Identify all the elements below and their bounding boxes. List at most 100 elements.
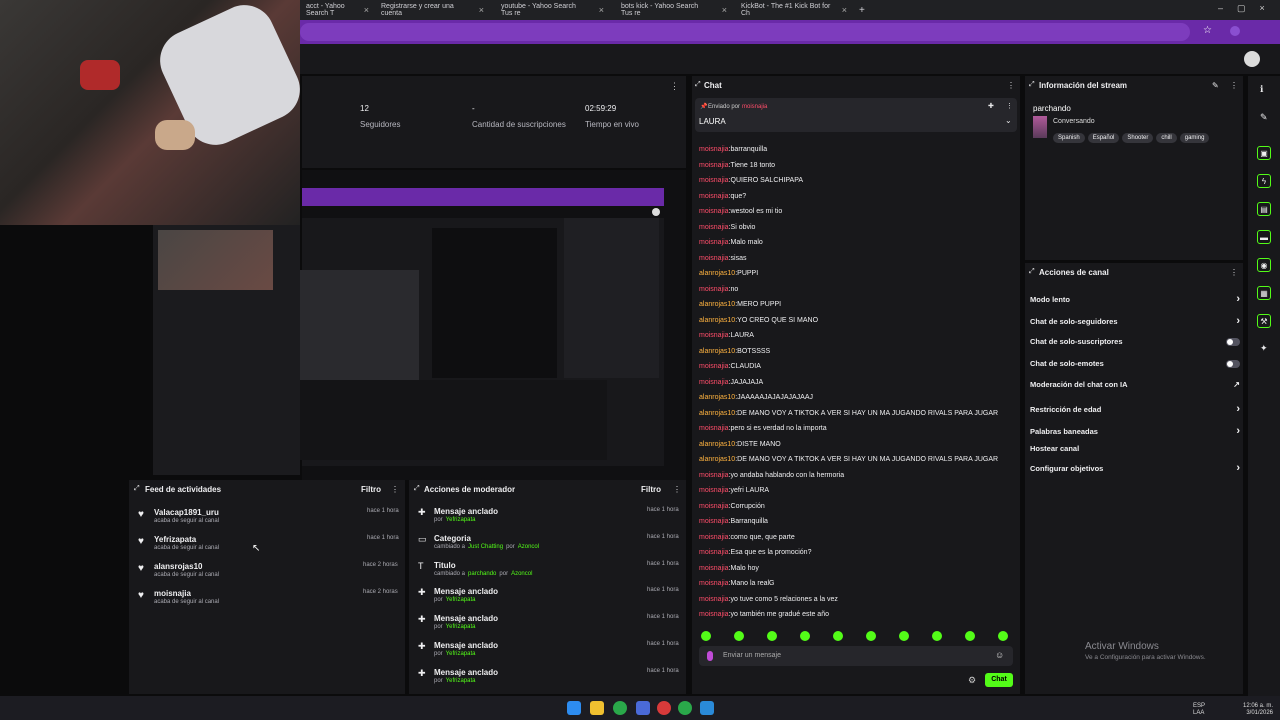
edit-icon[interactable]: ✎ bbox=[1260, 112, 1268, 123]
steam-icon[interactable] bbox=[700, 701, 714, 715]
stream-tag[interactable]: gaming bbox=[1179, 133, 1210, 143]
wrench-icon[interactable]: ⚒ bbox=[1257, 314, 1271, 328]
more-icon[interactable]: ⋮ bbox=[670, 81, 679, 92]
browser-tab[interactable]: KickBot - The #1 Kick Bot for Ch × bbox=[735, 2, 853, 18]
chat-username[interactable]: moisnajia bbox=[699, 503, 729, 510]
channel-action-row[interactable]: Chat de solo-seguidores › bbox=[1030, 315, 1240, 327]
chat-username[interactable]: alanrojas10 bbox=[699, 317, 735, 324]
pinned-message[interactable]: 📌 Enviado por moisnajia LAURA ✚ ⋮ ⌄ bbox=[695, 98, 1017, 132]
close-icon[interactable]: × bbox=[364, 5, 369, 15]
mod-action-user[interactable]: Azoncol bbox=[518, 544, 539, 550]
mod-action-user[interactable]: Yefrizapata bbox=[446, 517, 476, 523]
mod-action-user[interactable]: parchando bbox=[468, 571, 496, 577]
broadcast-icon[interactable]: ◉ bbox=[1257, 258, 1271, 272]
chrome-icon[interactable] bbox=[678, 701, 692, 715]
close-icon[interactable]: × bbox=[722, 5, 727, 15]
chrome-icon[interactable] bbox=[613, 701, 627, 715]
chat-message[interactable]: moisnajia:no bbox=[699, 286, 738, 293]
chat-message[interactable]: moisnajia:Malo malo bbox=[699, 239, 763, 246]
chat-message[interactable]: moisnajia:Si obvio bbox=[699, 224, 755, 231]
expand-icon[interactable]: ⤢ bbox=[1029, 81, 1035, 89]
app-icon[interactable] bbox=[657, 701, 671, 715]
emote-picker-icon[interactable] bbox=[707, 651, 713, 661]
chat-message[interactable]: moisnajia:CLAUDIA bbox=[699, 363, 761, 370]
browser-tab[interactable]: Registrarse y crear una cuenta × bbox=[375, 2, 490, 18]
filter-button[interactable]: Filtro bbox=[361, 485, 381, 494]
chat-username[interactable]: moisnajia bbox=[699, 162, 729, 169]
chat-username[interactable]: moisnajia bbox=[699, 534, 729, 541]
emote-icon[interactable] bbox=[932, 631, 942, 641]
mod-action-user[interactable]: Yefrizapata bbox=[446, 624, 476, 630]
close-icon[interactable]: × bbox=[479, 5, 484, 15]
channel-action-row[interactable]: Palabras baneadas › bbox=[1030, 425, 1240, 437]
chat-username[interactable]: moisnajia bbox=[699, 518, 729, 525]
chat-username[interactable]: moisnajia bbox=[699, 487, 729, 494]
chat-username[interactable]: moisnajia bbox=[699, 596, 729, 603]
app-icon[interactable] bbox=[636, 701, 650, 715]
chat-username[interactable]: moisnajia bbox=[699, 255, 729, 262]
emote-icon[interactable] bbox=[833, 631, 843, 641]
chat-message[interactable]: moisnajia:Esa que es la promoción? bbox=[699, 549, 811, 556]
more-icon[interactable]: ⋮ bbox=[1230, 81, 1238, 90]
chat-username[interactable]: moisnajia bbox=[699, 549, 729, 556]
chat-message[interactable]: moisnajia:yo andaba hablando con la herm… bbox=[699, 472, 844, 479]
filter-button[interactable]: Filtro bbox=[641, 485, 661, 494]
browser-tab[interactable]: bots kick - Yahoo Search Tus re × bbox=[615, 2, 733, 18]
chat-message[interactable]: moisnajia:Corrupción bbox=[699, 503, 765, 510]
chat-message[interactable]: moisnajia:LAURA bbox=[699, 332, 754, 339]
chat-username[interactable]: moisnajia bbox=[699, 208, 729, 215]
chat-message[interactable]: moisnajia:Mano la realG bbox=[699, 580, 775, 587]
lightning-icon[interactable]: ϟ bbox=[1257, 174, 1271, 188]
channel-action-row[interactable]: Chat de solo-suscriptores bbox=[1030, 337, 1240, 346]
chat-username[interactable]: alanrojas10 bbox=[699, 410, 735, 417]
pin-toggle-icon[interactable]: ✚ bbox=[988, 102, 994, 110]
chevron-right-icon[interactable]: › bbox=[1236, 462, 1240, 474]
chevron-right-icon[interactable]: › bbox=[1236, 425, 1240, 437]
mod-action-user[interactable]: Azoncol bbox=[511, 571, 532, 577]
document-icon[interactable]: ▤ bbox=[1257, 202, 1271, 216]
new-tab-button[interactable]: + bbox=[853, 2, 869, 18]
mod-action-user[interactable]: Just Chatting bbox=[468, 544, 503, 550]
chat-message[interactable]: alanrojas10:MERO PUPPI bbox=[699, 301, 781, 308]
emote-icon[interactable] bbox=[734, 631, 744, 641]
language-indicator[interactable]: ESP LAA bbox=[1193, 703, 1205, 717]
address-bar[interactable] bbox=[300, 23, 1190, 41]
chat-username[interactable]: moisnajia bbox=[699, 363, 729, 370]
channel-action-row[interactable]: Restricción de edad › bbox=[1030, 403, 1240, 415]
chat-message[interactable]: moisnajia:Barranquilla bbox=[699, 518, 768, 525]
window-controls[interactable]: –▢× bbox=[1218, 3, 1279, 14]
emote-icon[interactable] bbox=[998, 631, 1008, 641]
chat-username[interactable]: moisnajia bbox=[699, 472, 729, 479]
expand-icon[interactable]: ⤢ bbox=[695, 81, 701, 89]
chat-message[interactable]: moisnajia:yo tuve como 5 relaciones a la… bbox=[699, 596, 838, 603]
stream-tag[interactable]: chill bbox=[1156, 133, 1177, 143]
external-link-icon[interactable]: ↗ bbox=[1233, 380, 1240, 389]
grid-icon[interactable]: ▦ bbox=[1257, 286, 1271, 300]
chat-username[interactable]: moisnajia bbox=[699, 177, 729, 184]
channel-action-row[interactable]: Modo lento › bbox=[1030, 293, 1240, 305]
stream-tag[interactable]: Shooter bbox=[1122, 133, 1154, 143]
avatar[interactable] bbox=[1244, 51, 1260, 67]
chat-username[interactable]: alanrojas10 bbox=[699, 456, 735, 463]
chat-username[interactable]: moisnajia bbox=[699, 193, 729, 200]
chat-message[interactable]: moisnajia:Malo hoy bbox=[699, 565, 759, 572]
emote-icon[interactable] bbox=[767, 631, 777, 641]
chat-message[interactable]: alanrojas10:JAAAAAJAJAJAJAJAAJ bbox=[699, 394, 813, 401]
mod-action-user[interactable]: Yefrizapata bbox=[446, 651, 476, 657]
more-icon[interactable]: ⋮ bbox=[673, 485, 681, 494]
mod-action-user[interactable]: Yefrizapata bbox=[446, 678, 476, 684]
mod-action-user[interactable]: Yefrizapata bbox=[446, 597, 476, 603]
profile-icon[interactable] bbox=[1230, 26, 1240, 36]
channel-action-row[interactable]: Hostear canal bbox=[1030, 444, 1240, 453]
chat-message[interactable]: moisnajia:sisas bbox=[699, 255, 746, 262]
chevron-right-icon[interactable]: › bbox=[1236, 403, 1240, 415]
chat-username[interactable]: moisnajia bbox=[699, 611, 729, 618]
info-icon[interactable]: ℹ bbox=[1260, 84, 1263, 95]
emote-icon[interactable] bbox=[866, 631, 876, 641]
pinned-user[interactable]: moisnajia bbox=[742, 104, 767, 110]
chat-username[interactable]: alanrojas10 bbox=[699, 348, 735, 355]
chat-message[interactable]: moisnajia:Tiene 18 tonto bbox=[699, 162, 775, 169]
chat-message[interactable]: moisnajia:yefri LAURA bbox=[699, 487, 769, 494]
emote-icon[interactable] bbox=[800, 631, 810, 641]
chat-message[interactable]: alanrojas10:PUPPI bbox=[699, 270, 758, 277]
